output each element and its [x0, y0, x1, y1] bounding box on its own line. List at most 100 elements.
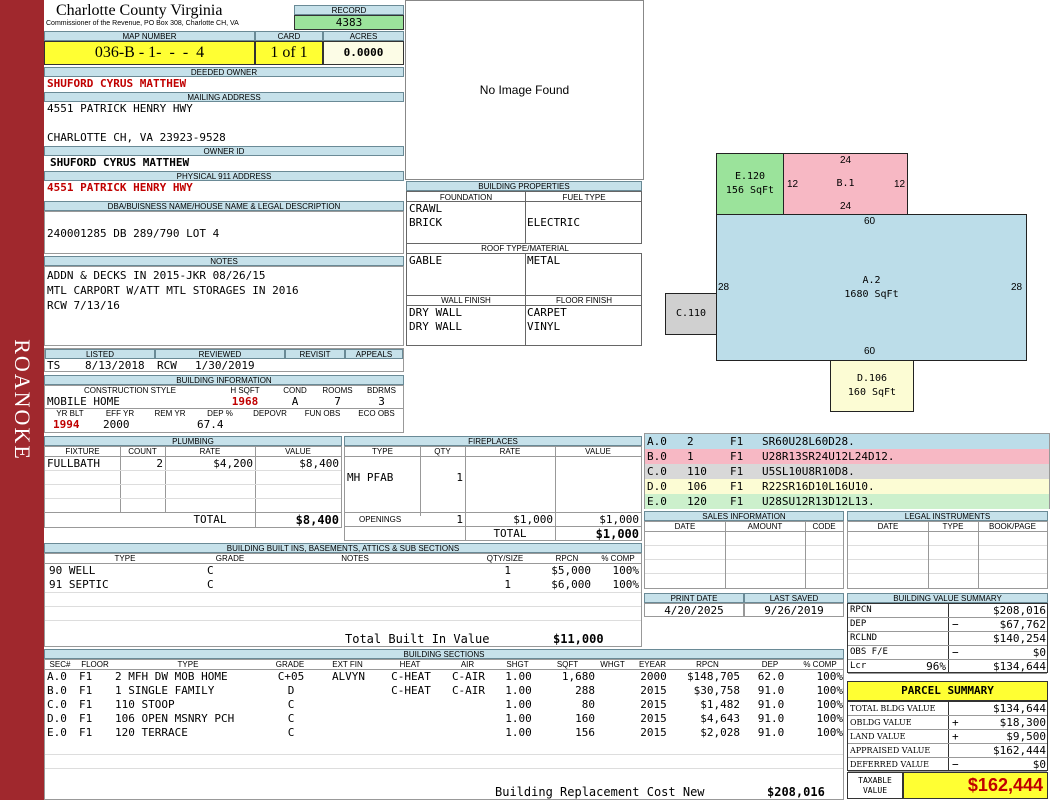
dep-label: DEP %: [207, 409, 233, 418]
dim-b-bottom: 24: [840, 201, 852, 212]
section-header: HEAT: [399, 660, 421, 669]
building-info-box: CONSTRUCTION STYLE H SQFT COND ROOMS BDR…: [44, 385, 404, 433]
roof-type: GABLE: [409, 254, 443, 267]
reviewed-date: 1/30/2019: [195, 359, 255, 372]
wall-finish-1: DRY WALL: [409, 306, 462, 319]
builtins-total-label: Total Built In Value: [345, 632, 490, 646]
ps-label: LAND VALUE: [850, 732, 906, 741]
vs-label: DEP: [850, 619, 867, 629]
value-summary-row: Lcr 96% $134,644: [848, 660, 1047, 674]
section-type: 2 MFH DW MOB HOME: [115, 670, 228, 683]
rate-header: RATE: [199, 447, 221, 456]
sales-table: DATE AMOUNT CODE: [644, 521, 844, 589]
district-sidebar: ROANOKE: [0, 0, 44, 800]
fp-rate-header: RATE: [499, 447, 521, 456]
print-date-label: PRINT DATE: [644, 593, 744, 603]
legal-description: 240001285 DB 289/790 LOT 4: [47, 227, 220, 240]
builtin-comp: 100%: [612, 564, 640, 577]
section-grade: D: [287, 684, 295, 697]
note-line: RCW 7/13/16: [47, 299, 120, 312]
builtin-row: 91 SEPTIC C 1 $6,000 100%: [45, 578, 641, 592]
building-info-label: BUILDING INFORMATION: [44, 375, 404, 385]
rooms-label: ROOMS: [322, 386, 353, 395]
floor-finish-label: FLOOR FINISH: [555, 296, 612, 305]
plumbing-table: FIXTURE COUNT RATE VALUE FULLBATH 2 $4,2…: [44, 446, 342, 528]
section-rpcn: $4,643: [700, 712, 740, 725]
section-sec: B.0: [47, 684, 67, 697]
section-comp: 100%: [816, 698, 844, 711]
ps-label: DEFERRED VALUE: [850, 760, 929, 769]
last-saved-label: LAST SAVED: [744, 593, 844, 603]
vs-value: $134,644: [993, 660, 1046, 673]
sales-label: SALES INFORMATION: [644, 511, 844, 521]
parcel-summary-title: PARCEL SUMMARY: [847, 681, 1048, 701]
legend-number: 2: [687, 435, 694, 448]
building-properties-label: BUILDING PROPERTIES: [406, 181, 642, 191]
card-label: CARD: [255, 31, 323, 41]
listed-date: 8/13/2018: [85, 359, 145, 372]
section-grade: C+05: [277, 670, 305, 683]
section-dep: 91.0: [757, 726, 785, 739]
section-comp: 100%: [816, 670, 844, 683]
dim-b-left: 12: [787, 179, 799, 190]
builtins-total: $11,000: [553, 632, 604, 646]
legend-code: U5SL10U8R10D8.: [762, 465, 855, 478]
legend-sec: D.0: [647, 480, 667, 493]
section-floor: F1: [79, 698, 93, 711]
record-number: 4383: [294, 15, 404, 30]
section-header: TYPE: [177, 660, 199, 669]
reviewed-label: REVIEWED: [155, 349, 285, 359]
map-number: 036-B - 1- - - 4: [44, 41, 255, 65]
dim-b-right: 12: [894, 179, 906, 190]
section-dep: 91.0: [757, 684, 785, 697]
fixture-header: FIXTURE: [65, 447, 100, 456]
section-eyear: 2000: [640, 670, 667, 683]
value-summary-row: DEP − $67,762: [848, 618, 1047, 632]
legend-code: SR60U28L60D28.: [762, 435, 855, 448]
dim-a-right: 28: [1011, 282, 1023, 293]
parcel-summary-row: TOTAL BLDG VALUE $134,644: [848, 702, 1047, 716]
section-air: C-AIR: [451, 670, 486, 683]
ps-value: $134,644: [993, 702, 1046, 715]
mailing-line-3: CHARLOTTE CH, VA 23923-9528: [47, 131, 226, 144]
legend-code: U28SU12R13D12L13.: [762, 495, 875, 508]
vs-value: $67,762: [999, 618, 1046, 631]
sales-code-header: CODE: [812, 522, 836, 531]
building-sections-table: SEC# FLOOR TYPE GRADE EXT FIN HEAT AIR SHGT SQFT…: [44, 659, 844, 800]
parcel-summary-row: APPRAISED VALUE $162,444: [848, 744, 1047, 758]
plumbing-total-label: TOTAL: [193, 513, 227, 526]
notes-box: ADDN & DECKS IN 2015-JKR 08/26/15 MTL CA…: [44, 266, 404, 346]
no-image-text: No Image Found: [479, 83, 570, 97]
builtin-type: 91 SEPTIC: [49, 578, 109, 591]
parcel-summary-table: TOTAL BLDG VALUE $134,644 OBLDG VALUE + $18,…: [847, 701, 1048, 772]
photo-area: No Image Found: [405, 0, 644, 180]
sketch-legend-row: E.0 120 F1 U28SU12R13D12L13.: [645, 494, 1049, 509]
fp-qty-cell: 1: [456, 471, 463, 484]
section-rpcn: $148,705: [687, 670, 740, 683]
builtin-type: 90 WELL: [49, 564, 96, 577]
legend-sec: C.0: [647, 465, 667, 478]
cond-label: COND: [283, 386, 307, 395]
count-header: COUNT: [128, 447, 157, 456]
fp-value-header: VALUE: [585, 447, 611, 456]
section-sec: D.0: [47, 712, 67, 725]
plumbing-total: $8,400: [295, 513, 339, 527]
section-shgt: 1.00: [505, 726, 532, 739]
section-header: WHGT: [600, 660, 625, 669]
card-number: 1 of 1: [255, 41, 323, 65]
openings-rate: $1,000: [513, 513, 553, 526]
section-grade: C: [287, 698, 295, 711]
sketch-section-d: D.106 160 SqFt: [830, 360, 914, 412]
openings-qty: 1: [456, 513, 463, 526]
bdrms-label: BDRMS: [367, 386, 396, 395]
legal-instruments-table: DATE TYPE BOOK/PAGE: [847, 521, 1048, 589]
section-header: FLOOR: [81, 660, 109, 669]
section-header: GRADE: [275, 660, 305, 669]
section-header: RPCN: [696, 660, 719, 669]
section-shgt: 1.00: [505, 684, 532, 697]
builtins-table: TYPE GRADE NOTES QTY/SIZE RPCN % COMP 90…: [44, 553, 642, 647]
record-label: RECORD: [294, 5, 404, 15]
section-air: C-AIR: [451, 684, 486, 697]
foundation-1: CRAWL: [409, 202, 443, 215]
builtin-rpcn: $6,000: [551, 578, 591, 591]
